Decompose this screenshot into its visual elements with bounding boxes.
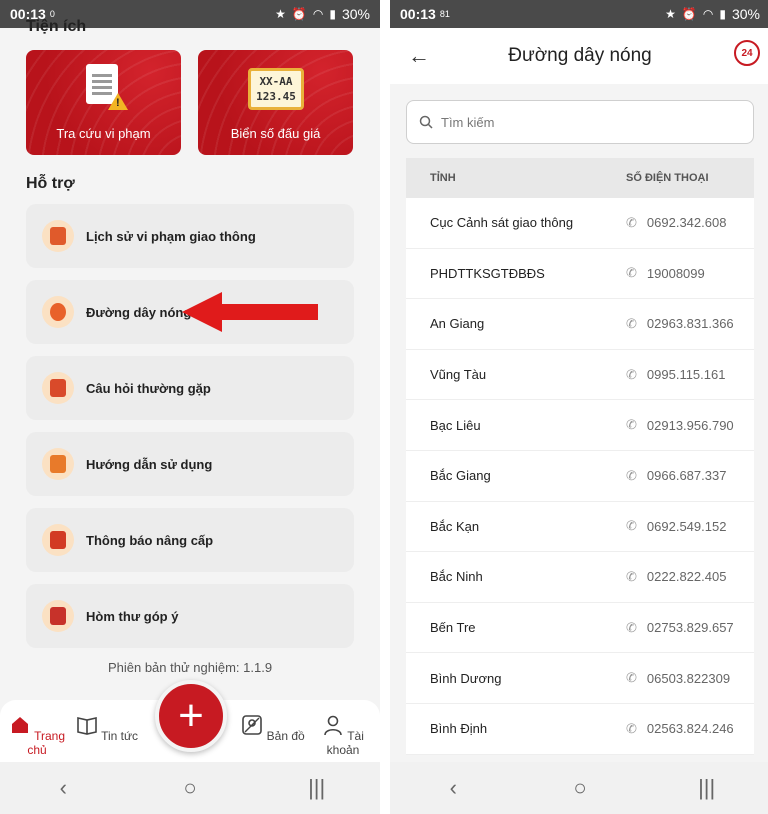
nav-back-icon[interactable]: ‹ <box>33 775 93 801</box>
table-row[interactable]: Bắc Giang ✆ 0966.687.337 <box>406 451 754 502</box>
table-row[interactable]: Bắc Kạn ✆ 0692.549.152 <box>406 502 754 553</box>
table-row[interactable]: Bến Tre ✆ 02753.829.657 <box>406 603 754 654</box>
android-nav-bar: ‹ ○ ||| <box>390 762 768 814</box>
page-title: Đường dây nóng <box>508 45 652 66</box>
home-icon <box>11 717 28 733</box>
signal-icon: ▮ <box>329 7 336 21</box>
tab-ban-do[interactable]: Bản đồ <box>238 714 308 743</box>
phone-icon: ✆ <box>626 315 637 331</box>
account-icon <box>324 715 342 736</box>
wifi-icon: ◠ <box>312 7 324 21</box>
status-mini: 81 <box>439 8 450 19</box>
home-screen: 00:13 0 ★ ⏰ ◠ ▮ 30% Tiện ích ! Tra cứu v… <box>0 0 380 814</box>
table-row[interactable]: Bình Định ✆ 02563.824.246 <box>406 704 754 755</box>
support-item-hom-thu[interactable]: Hòm thư góp ý <box>26 584 354 648</box>
tab-tai-khoan[interactable]: Tài khoản <box>308 714 378 757</box>
hotline-screen: 00:13 81 ★ ⏰ ◠ ▮ 30% ← Đường dây nóng 24… <box>390 0 768 814</box>
phone-icon: ✆ <box>626 518 637 534</box>
star-icon: ★ <box>665 7 676 21</box>
search-icon <box>419 115 433 129</box>
star-icon: ★ <box>275 7 286 21</box>
table-row[interactable]: Bình Dương ✆ 06503.822309 <box>406 653 754 704</box>
faq-icon <box>42 372 74 404</box>
version-text: Phiên bản thử nghiệm: 1.1.9 <box>107 660 273 675</box>
battery-percent: 30% <box>341 6 370 22</box>
status-bar: 00:13 81 ★ ⏰ ◠ ▮ 30% <box>390 0 768 28</box>
tab-trang-chu[interactable]: Trang chủ <box>2 714 72 757</box>
search-input[interactable] <box>441 114 721 130</box>
phone-icon: ✆ <box>626 265 637 281</box>
phone-icon: ✆ <box>626 720 637 736</box>
android-nav-bar: ‹ ○ ||| <box>0 762 380 814</box>
phone-icon: ✆ <box>626 670 637 686</box>
support-item-thong-bao[interactable]: Thông báo nâng cấp <box>26 508 354 572</box>
nav-home-icon[interactable]: ○ <box>160 775 220 801</box>
col-province: TỈNH <box>430 172 456 184</box>
guide-icon <box>42 448 74 480</box>
phone-icon: ✆ <box>626 417 637 433</box>
table-row[interactable]: Bạc Liêu ✆ 02913.956.790 <box>406 400 754 451</box>
support-item-huong-dan[interactable]: Hướng dẫn sử dụng <box>26 432 354 496</box>
back-arrow-icon[interactable]: ← <box>408 43 430 69</box>
battery-percent: 30% <box>731 6 760 22</box>
nav-home-icon[interactable]: ○ <box>550 775 610 801</box>
map-icon <box>242 715 263 735</box>
tile-tra-cuu-vi-pham[interactable]: ! Tra cứu vi phạm <box>26 50 181 155</box>
tile-label: Tra cứu vi phạm <box>56 126 151 141</box>
table-header: TỈNH SỐ ĐIỆN THOẠI <box>406 158 754 198</box>
wifi-icon: ◠ <box>702 7 714 21</box>
phone-icon: ✆ <box>626 467 637 483</box>
tile-bien-so-dau-gia[interactable]: XX-AA 123.45 Biển số đấu giá <box>198 50 353 155</box>
table-row[interactable]: An Giang ✆ 02963.831.366 <box>406 299 754 350</box>
add-button[interactable]: + <box>155 680 227 752</box>
hotline-support-icon <box>42 296 74 328</box>
license-plate-icon: XX-AA 123.45 <box>248 68 304 110</box>
search-box[interactable] <box>406 100 754 144</box>
tien-ich-title: Tiện ích <box>26 18 87 35</box>
col-phone: SỐ ĐIỆN THOẠI <box>626 172 709 184</box>
tab-tin-tuc[interactable]: Tin tức <box>72 714 142 743</box>
nav-back-icon[interactable]: ‹ <box>423 775 483 801</box>
phone-icon: ✆ <box>626 619 637 635</box>
tile-label: Biển số đấu giá <box>230 126 321 141</box>
table-row[interactable]: Bắc Ninh ✆ 0222.822.405 <box>406 552 754 603</box>
news-icon <box>77 717 97 735</box>
phone-icon: ✆ <box>626 214 637 230</box>
hotline-table: Cục Cảnh sát giao thông ✆ 0692.342.608 PHD… <box>406 198 754 755</box>
table-row[interactable]: Cục Cảnh sát giao thông ✆ 0692.342.608 <box>406 198 754 249</box>
nav-recents-icon[interactable]: ||| <box>287 775 347 801</box>
support-item-lich-su[interactable]: Lịch sử vi phạm giao thông <box>26 204 354 268</box>
status-time: 00:13 <box>400 6 436 22</box>
signal-icon: ▮ <box>719 7 726 21</box>
notification-icon <box>42 524 74 556</box>
red-arrow-annotation <box>182 292 318 332</box>
page-header: ← Đường dây nóng 24 <box>390 28 768 84</box>
support-item-cau-hoi[interactable]: Câu hỏi thường gặp <box>26 356 354 420</box>
warning-document-icon: ! <box>86 64 128 110</box>
alarm-icon: ⏰ <box>291 7 307 21</box>
table-row[interactable]: Vũng Tàu ✆ 0995.115.161 <box>406 350 754 401</box>
nav-recents-icon[interactable]: ||| <box>677 775 737 801</box>
alarm-icon: ⏰ <box>681 7 697 21</box>
phone-icon: ✆ <box>626 568 637 584</box>
ho-tro-title: Hỗ trợ <box>26 175 75 192</box>
hotline-24-icon[interactable]: 24 <box>734 40 760 66</box>
table-row[interactable]: PHDTTKSGTĐBĐS ✆ 19008099 <box>406 249 754 300</box>
mailbox-icon <box>42 600 74 632</box>
phone-icon: ✆ <box>626 366 637 382</box>
history-icon <box>42 220 74 252</box>
